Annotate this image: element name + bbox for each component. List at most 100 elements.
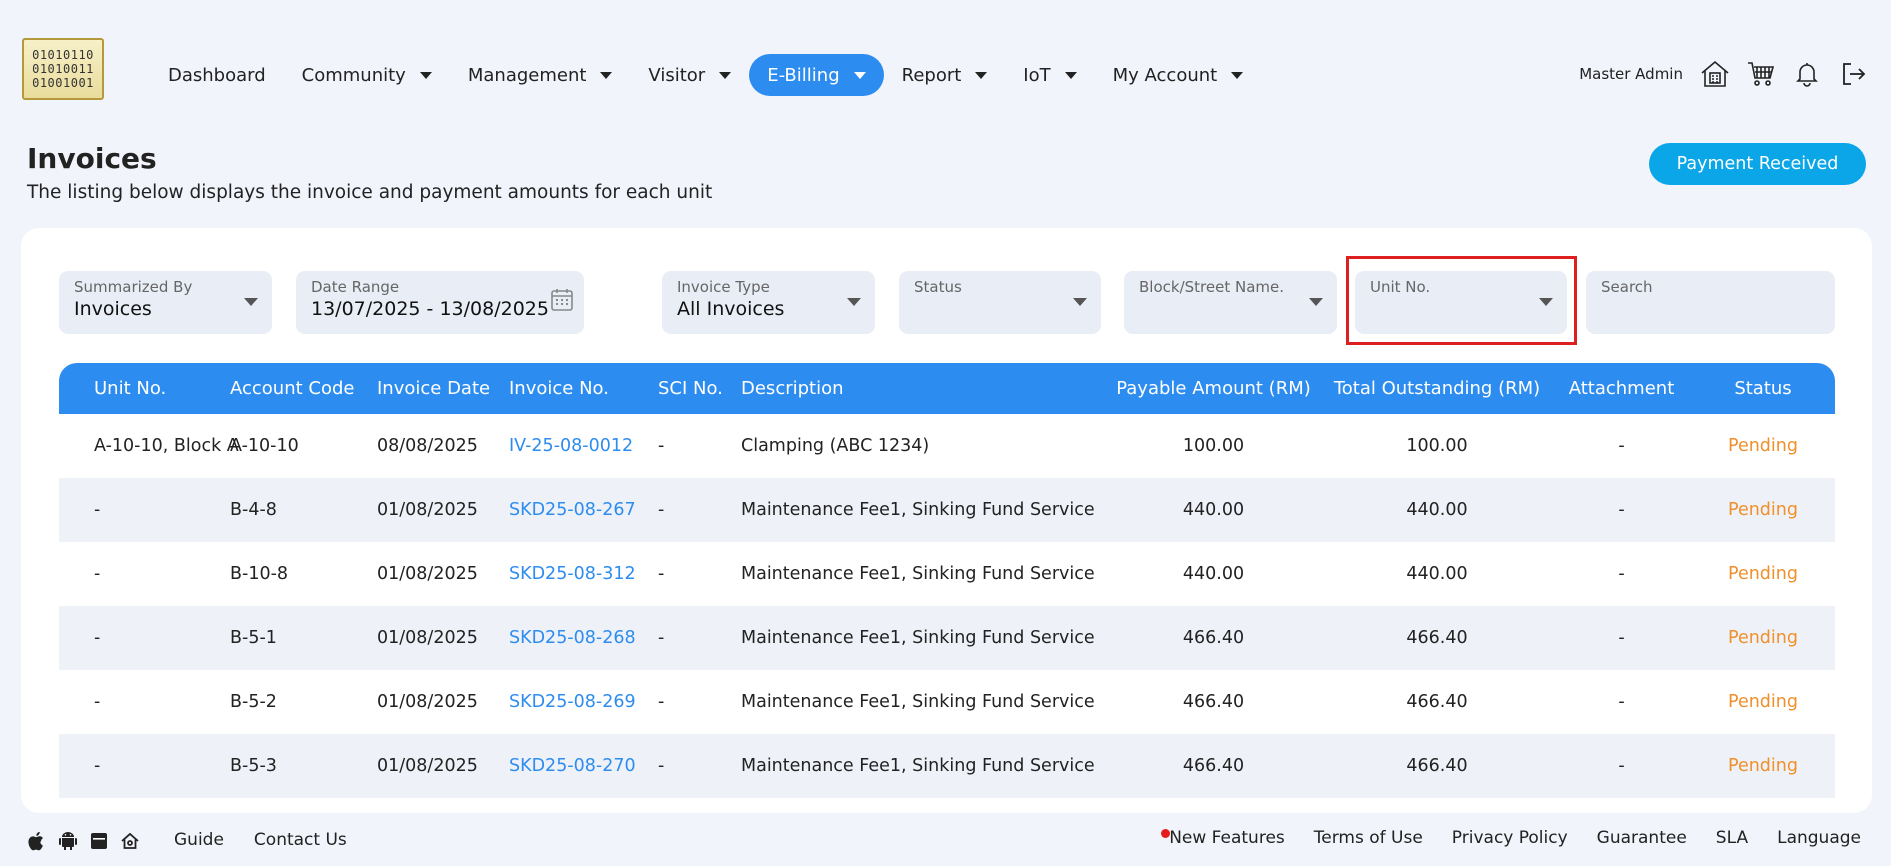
column-header[interactable]: Invoice Date bbox=[365, 363, 497, 414]
column-header[interactable]: Attachment bbox=[1552, 363, 1691, 414]
summarized-by-select[interactable]: Summarized By Invoices bbox=[59, 271, 272, 334]
table-cell: 440.00 bbox=[1322, 542, 1552, 606]
description-cell: Maintenance Fee1, Sinking Fund Service bbox=[741, 564, 1095, 584]
table-cell: - bbox=[646, 606, 729, 670]
column-header[interactable]: Payable Amount (RM) bbox=[1105, 363, 1322, 414]
filter-value: Invoices bbox=[74, 298, 152, 320]
table-row[interactable]: A-10-10, Block A A-10-10 08/08/2025 IV-25-0… bbox=[59, 414, 1835, 478]
chevron-down-icon bbox=[975, 71, 988, 79]
outstanding-amount-cell: 466.40 bbox=[1406, 756, 1468, 776]
table-cell: SKD25-08-312 bbox=[497, 542, 646, 606]
new-features-link[interactable]: New Features bbox=[1161, 828, 1285, 848]
cart-icon[interactable] bbox=[1745, 58, 1777, 90]
user-area: Master Admin bbox=[1579, 52, 1869, 96]
invoice-date-cell: 08/08/2025 bbox=[377, 436, 478, 456]
table-cell: - bbox=[59, 670, 218, 734]
calendar-icon[interactable] bbox=[550, 287, 574, 317]
search-input[interactable]: Search bbox=[1586, 271, 1835, 334]
home-calculator-icon[interactable] bbox=[1699, 58, 1731, 90]
date-range-picker[interactable]: Date Range 13/07/2025 - 13/08/2025 bbox=[296, 271, 584, 334]
privacy-policy-link[interactable]: Privacy Policy bbox=[1452, 828, 1568, 848]
filter-label: Date Range bbox=[311, 278, 400, 296]
table-cell: 466.40 bbox=[1105, 734, 1322, 798]
payable-amount-cell: 466.40 bbox=[1182, 692, 1245, 712]
column-header[interactable]: Unit No. bbox=[59, 363, 218, 414]
invoice-no-link[interactable]: SKD25-08-267 bbox=[509, 500, 636, 520]
table-cell: A-10-10 bbox=[218, 414, 365, 478]
invoice-date-cell: 01/08/2025 bbox=[377, 500, 478, 520]
nav-label: IoT bbox=[1023, 64, 1051, 86]
payable-amount-cell: 466.40 bbox=[1182, 628, 1245, 648]
guide-link[interactable]: Guide bbox=[174, 830, 224, 850]
nav-dashboard[interactable]: Dashboard bbox=[150, 54, 284, 96]
invoice-date-cell: 01/08/2025 bbox=[377, 628, 478, 648]
footer-right-links: New Features Terms of Use Privacy Policy… bbox=[1161, 828, 1861, 848]
sci-no-cell: - bbox=[658, 564, 665, 584]
contact-us-link[interactable]: Contact Us bbox=[254, 830, 347, 850]
account-code-cell: B-10-8 bbox=[230, 564, 289, 584]
outstanding-amount-cell: 466.40 bbox=[1406, 628, 1468, 648]
block-street-select[interactable]: Block/Street Name. bbox=[1124, 271, 1337, 334]
table-cell: - bbox=[1552, 670, 1691, 734]
status-badge: Pending bbox=[1728, 564, 1798, 584]
invoice-no-link[interactable]: SKD25-08-268 bbox=[509, 628, 636, 648]
nav-label: Management bbox=[467, 64, 587, 86]
table-row[interactable]: - B-5-3 01/08/2025 SKD25-08-270 - Maintenance… bbox=[59, 734, 1835, 798]
chevron-down-icon bbox=[600, 71, 613, 79]
logo[interactable]: 01010110 01010011 01001001 bbox=[22, 38, 104, 100]
logout-icon[interactable] bbox=[1837, 58, 1869, 90]
attachment-cell: - bbox=[1618, 564, 1625, 584]
column-header[interactable]: Status bbox=[1691, 363, 1835, 414]
table-row[interactable]: - B-5-1 01/08/2025 SKD25-08-268 - Maintenance… bbox=[59, 606, 1835, 670]
sla-link[interactable]: SLA bbox=[1716, 828, 1748, 848]
column-header[interactable]: SCI No. bbox=[646, 363, 729, 414]
table-cell: Pending bbox=[1691, 542, 1835, 606]
table-row[interactable]: - B-10-8 01/08/2025 SKD25-08-312 - Maintenanc… bbox=[59, 542, 1835, 606]
table-cell: - bbox=[59, 542, 218, 606]
invoice-no-link[interactable]: SKD25-08-269 bbox=[509, 692, 636, 712]
table-cell: - bbox=[1552, 414, 1691, 478]
android-icon[interactable] bbox=[57, 830, 78, 851]
description-cell: Maintenance Fee1, Sinking Fund Service bbox=[741, 628, 1095, 648]
payment-received-button[interactable]: Payment Received bbox=[1649, 143, 1866, 185]
nav-my-account[interactable]: My Account bbox=[1095, 54, 1262, 96]
invoice-no-link[interactable]: IV-25-08-0012 bbox=[509, 436, 633, 456]
user-name: Master Admin bbox=[1579, 65, 1683, 83]
column-header[interactable]: Account Code bbox=[218, 363, 365, 414]
window-app-icon[interactable] bbox=[88, 830, 109, 851]
table-cell: B-5-2 bbox=[218, 670, 365, 734]
filter-label: Search bbox=[1601, 278, 1653, 296]
attachment-cell: - bbox=[1618, 628, 1625, 648]
nav-management[interactable]: Management bbox=[450, 54, 631, 96]
table-cell: SKD25-08-270 bbox=[497, 734, 646, 798]
terms-of-use-link[interactable]: Terms of Use bbox=[1314, 828, 1423, 848]
account-code-cell: B-4-8 bbox=[230, 500, 277, 520]
invoice-no-link[interactable]: SKD25-08-270 bbox=[509, 756, 636, 776]
table-row[interactable]: - B-4-8 01/08/2025 SKD25-08-267 - Maintenance… bbox=[59, 478, 1835, 542]
nav-iot[interactable]: IoT bbox=[1005, 54, 1094, 96]
nav-e-billing[interactable]: E-Billing bbox=[749, 54, 884, 96]
nav-community[interactable]: Community bbox=[284, 54, 450, 96]
column-header[interactable]: Total Outstanding (RM) bbox=[1322, 363, 1552, 414]
table-cell: Maintenance Fee1, Sinking Fund Service bbox=[729, 542, 1105, 606]
table-cell: - bbox=[1552, 478, 1691, 542]
language-link[interactable]: Language bbox=[1777, 828, 1861, 848]
apple-icon[interactable] bbox=[26, 830, 47, 851]
table-cell: B-4-8 bbox=[218, 478, 365, 542]
table-cell: Pending bbox=[1691, 734, 1835, 798]
bell-icon[interactable] bbox=[1791, 58, 1823, 90]
home-icon[interactable] bbox=[119, 830, 140, 851]
filter-value: All Invoices bbox=[677, 298, 785, 320]
page-title: Invoices bbox=[27, 142, 157, 175]
guarantee-link[interactable]: Guarantee bbox=[1597, 828, 1687, 848]
invoice-no-link[interactable]: SKD25-08-312 bbox=[509, 564, 636, 584]
invoice-type-select[interactable]: Invoice Type All Invoices bbox=[662, 271, 875, 334]
nav-visitor[interactable]: Visitor bbox=[630, 54, 749, 96]
status-select[interactable]: Status bbox=[899, 271, 1101, 334]
nav-report[interactable]: Report bbox=[884, 54, 1006, 96]
column-header[interactable]: Description bbox=[729, 363, 1105, 414]
table-row[interactable]: - B-5-2 01/08/2025 SKD25-08-269 - Maintenance… bbox=[59, 670, 1835, 734]
column-header[interactable]: Invoice No. bbox=[497, 363, 646, 414]
unit-no-select[interactable]: Unit No. bbox=[1355, 271, 1567, 334]
attachment-cell: - bbox=[1618, 500, 1625, 520]
